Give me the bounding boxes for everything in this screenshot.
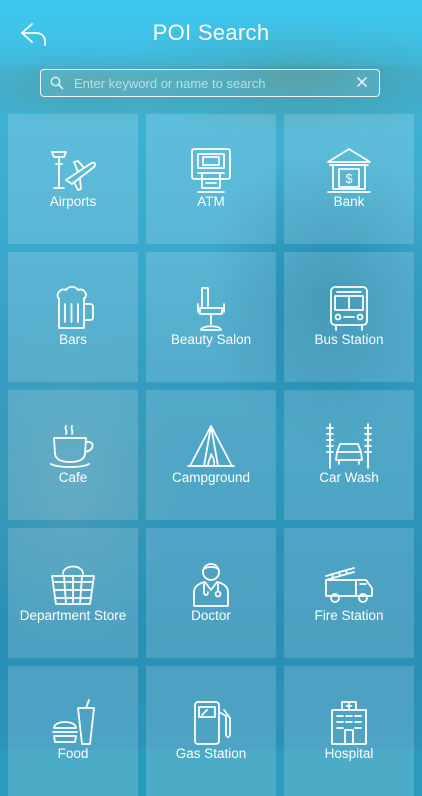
category-tile-beauty-salon[interactable]: Beauty Salon <box>146 252 276 382</box>
doctor-icon <box>193 563 229 607</box>
bank-icon: $ <box>327 148 371 193</box>
bus-icon <box>330 286 368 331</box>
category-label: Campground <box>171 470 251 485</box>
category-label: Airports <box>49 194 97 209</box>
airport-icon <box>51 151 97 191</box>
category-tile-hospital[interactable]: Hospital <box>284 666 414 796</box>
page-title: POI Search <box>152 20 270 45</box>
category-label: Doctor <box>191 608 231 623</box>
category-tile-bank[interactable]: $ Bank <box>284 114 414 244</box>
atm-icon <box>191 148 231 193</box>
car-wash-icon <box>326 423 372 469</box>
gas-pump-icon <box>194 701 231 745</box>
category-label: Car Wash <box>319 470 379 485</box>
category-tile-bus-station[interactable]: Bus Station <box>284 252 414 382</box>
category-label: Bank <box>333 194 365 209</box>
tent-icon <box>187 425 235 467</box>
category-tile-atm[interactable]: ATM <box>146 114 276 244</box>
category-tile-airports[interactable]: Airports <box>8 114 138 244</box>
category-label: Bars <box>59 332 87 347</box>
salon-chair-icon <box>197 287 225 331</box>
search-icon <box>50 76 64 90</box>
category-tile-cafe[interactable]: Cafe <box>8 390 138 520</box>
category-tile-campground[interactable]: Campground <box>146 390 276 520</box>
category-label: Hospital <box>324 746 374 761</box>
category-tile-car-wash[interactable]: Car Wash <box>284 390 414 520</box>
category-tile-doctor[interactable]: Doctor <box>146 528 276 658</box>
category-tile-bars[interactable]: Bars <box>8 252 138 382</box>
category-tile-fire-station[interactable]: Fire Station <box>284 528 414 658</box>
category-label: Fire Station <box>314 608 384 623</box>
category-tile-food[interactable]: Food <box>8 666 138 796</box>
clear-icon[interactable] <box>355 75 369 89</box>
category-label: Bus Station <box>314 332 384 347</box>
fire-truck-icon <box>325 567 373 603</box>
category-tile-gas-station[interactable]: Gas Station <box>146 666 276 796</box>
category-tile-department-store[interactable]: Department Store <box>8 528 138 658</box>
basket-icon <box>51 565 95 605</box>
hospital-icon <box>331 701 367 745</box>
fast-food-icon <box>52 699 95 745</box>
category-label: Beauty Salon <box>170 332 252 347</box>
category-label: Department Store <box>19 608 127 623</box>
search-bar[interactable] <box>40 69 380 97</box>
category-label: Food <box>57 746 89 761</box>
header-bar: POI Search <box>0 0 422 66</box>
search-input[interactable] <box>74 73 344 93</box>
category-label: Cafe <box>58 470 88 485</box>
coffee-cup-icon <box>50 425 94 468</box>
beer-mug-icon <box>56 286 94 329</box>
category-label: Gas Station <box>175 746 247 761</box>
category-label: ATM <box>197 194 225 209</box>
svg-text:$: $ <box>345 171 353 186</box>
